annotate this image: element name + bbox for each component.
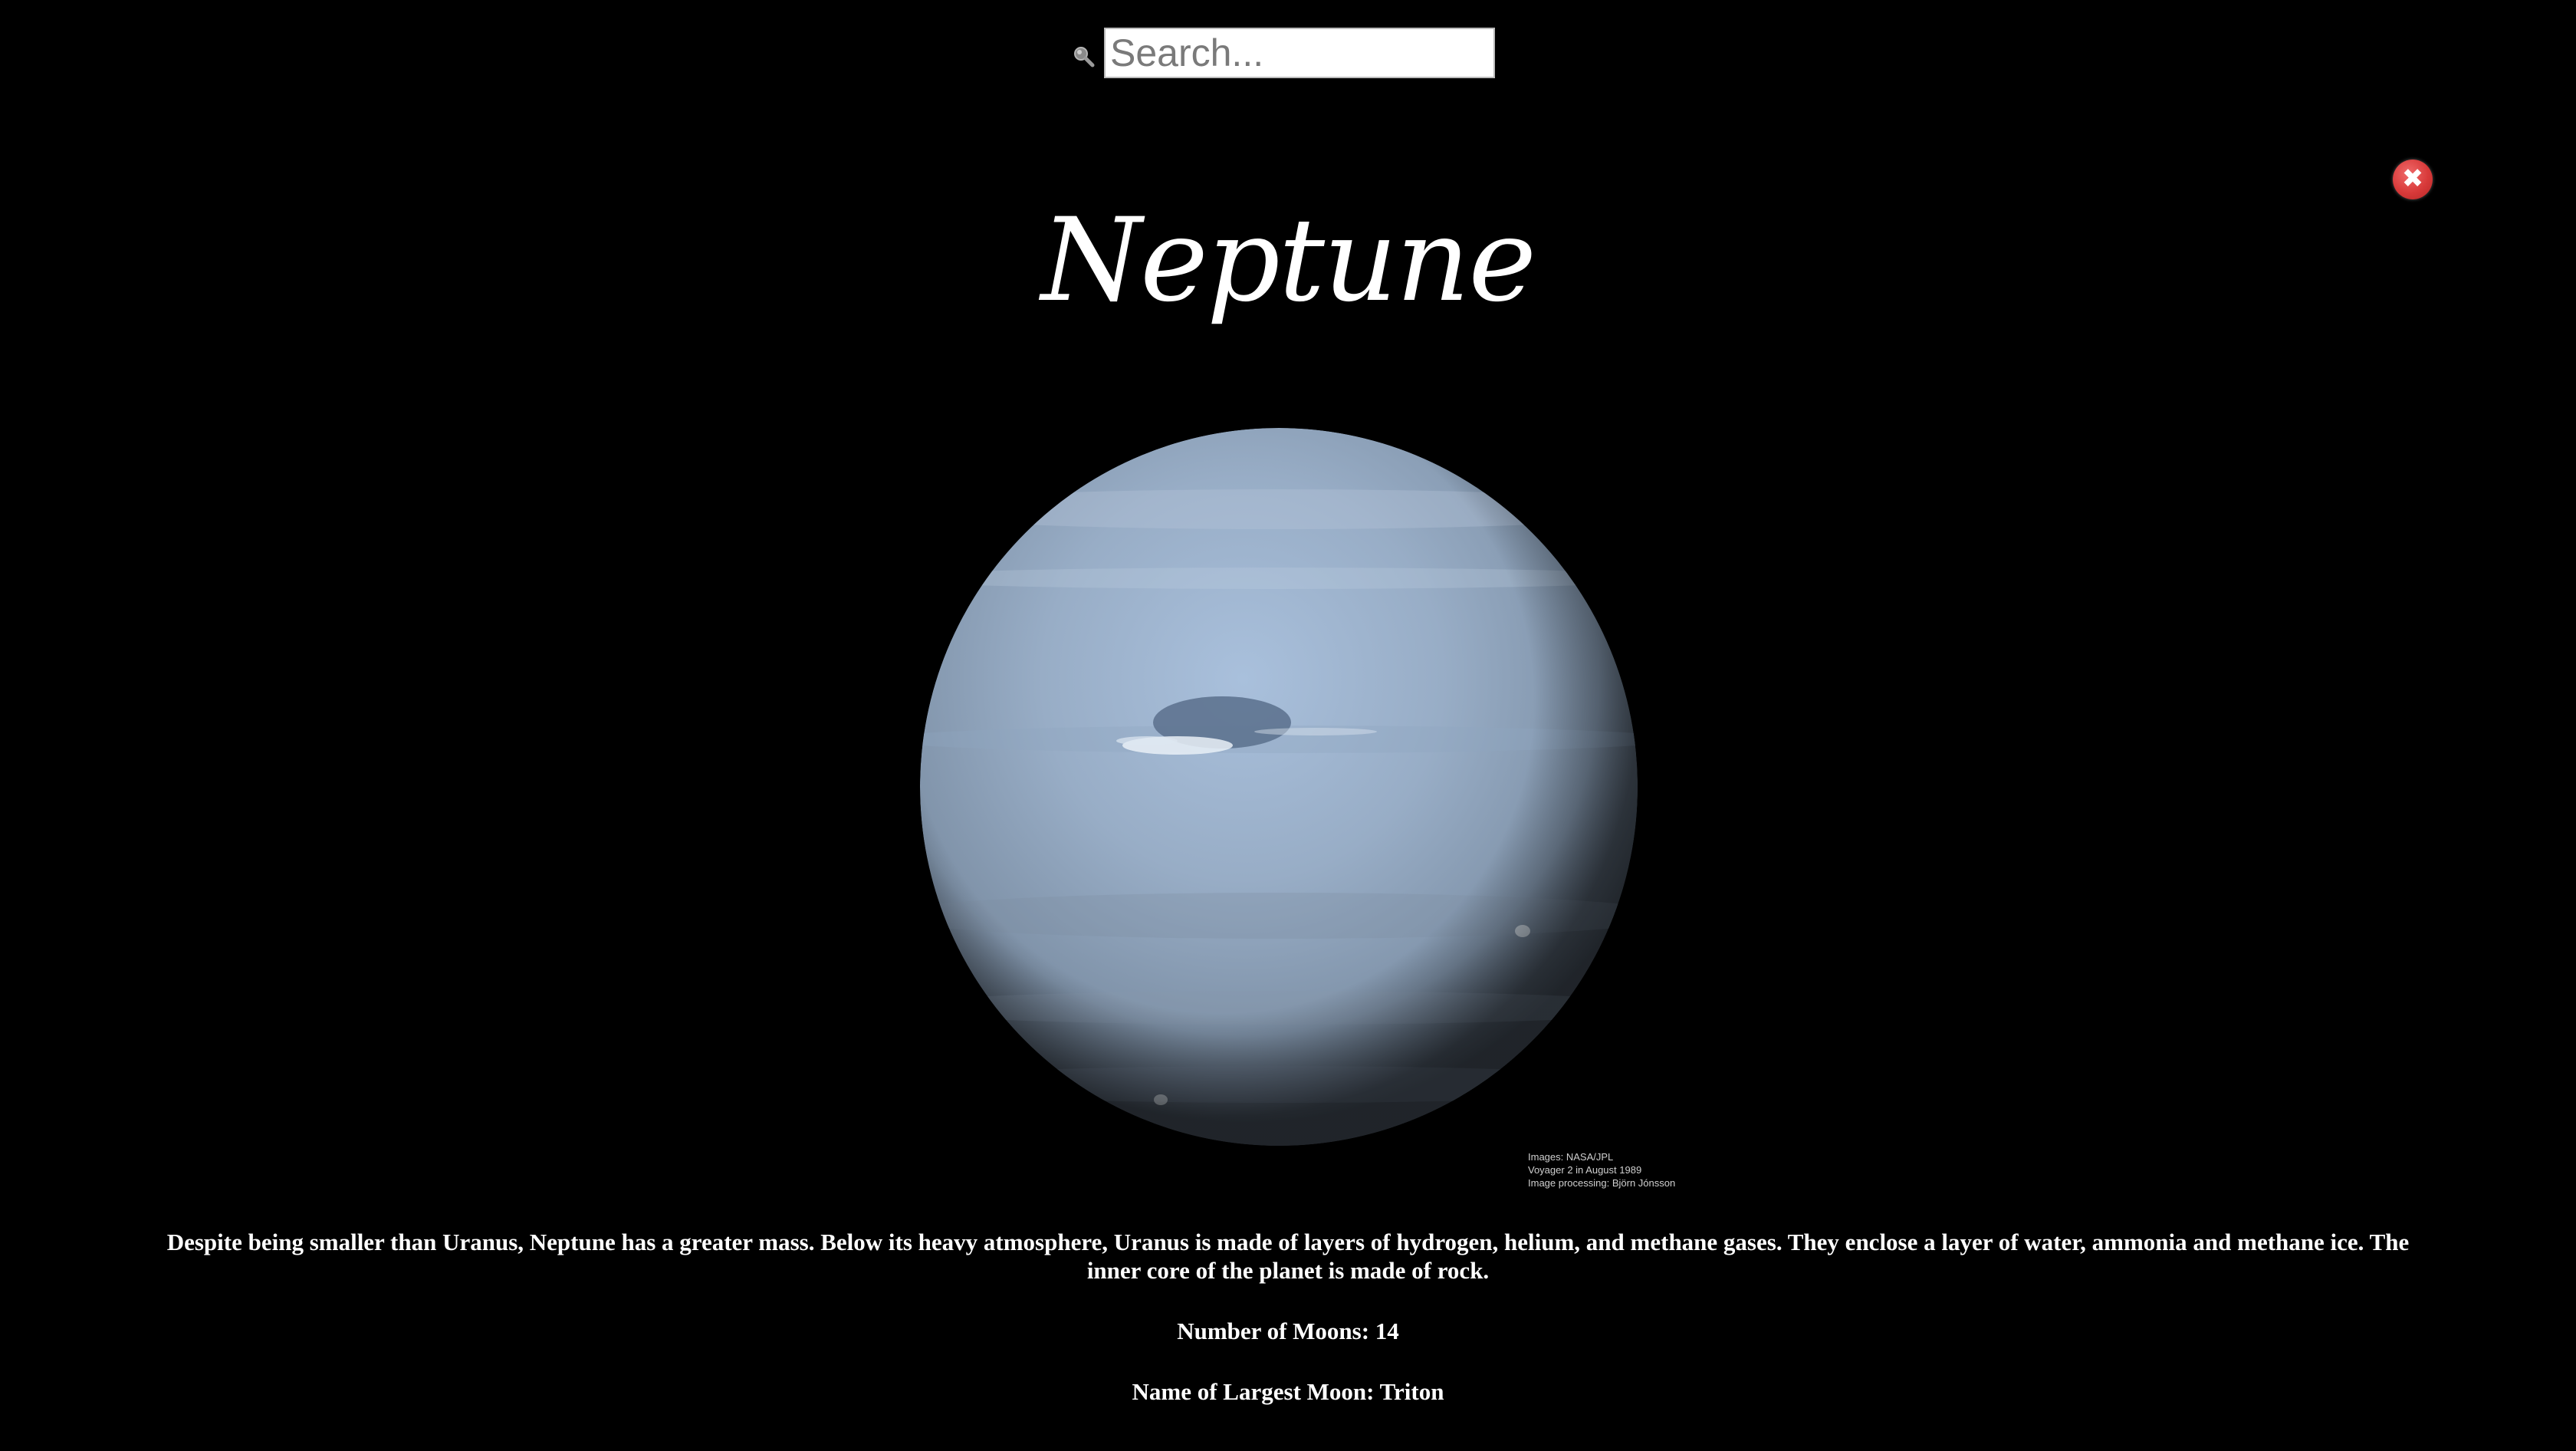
planet-info: Despite being smaller than Uranus, Neptu… (146, 1228, 2430, 1406)
largest-moon: Name of Largest Moon: Triton (1132, 1378, 1444, 1405)
search-icon (1074, 47, 1095, 67)
close-icon: ✖ (2401, 163, 2424, 194)
moon-count: Number of Moons: 14 (1177, 1318, 1399, 1344)
image-credit-line: Image processing: Björn Jónsson (1528, 1177, 1676, 1189)
image-credit: Images: NASA/JPL Voyager 2 in August 198… (1528, 1150, 1675, 1189)
planet-image (920, 428, 1638, 1146)
planet-description: Despite being smaller than Uranus, Neptu… (166, 1229, 2410, 1284)
page-title: Neptune (1040, 194, 1536, 327)
image-credit-line: Voyager 2 in August 1989 (1528, 1164, 1642, 1176)
search-bar (1072, 26, 1495, 80)
image-credit-line: Images: NASA/JPL (1528, 1151, 1614, 1163)
search-input[interactable] (1104, 28, 1495, 78)
